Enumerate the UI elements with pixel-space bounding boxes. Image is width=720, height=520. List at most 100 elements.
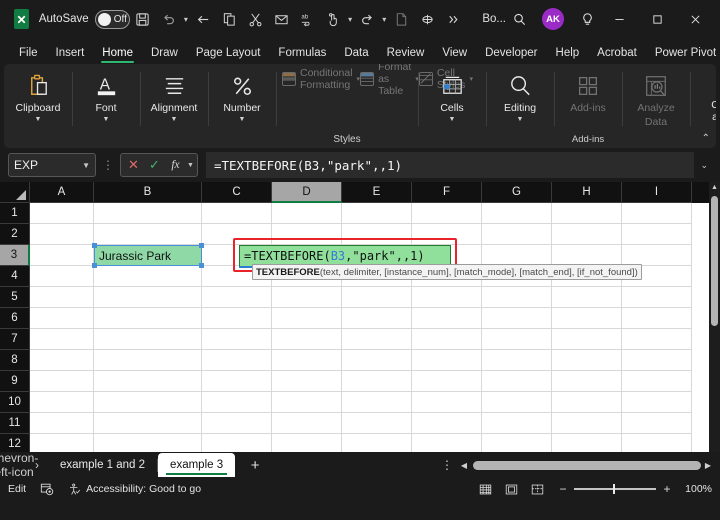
sheet-tab-example-1-and-2[interactable]: example 1 and 2: [48, 453, 157, 477]
touch-dropdown-caret-icon[interactable]: ▾: [346, 6, 354, 32]
cell-d7[interactable]: [272, 329, 342, 350]
horizontal-scrollbar[interactable]: ◀ ▶: [458, 460, 720, 470]
horizontal-scrollbar-thumb[interactable]: [473, 460, 701, 470]
cell-i6[interactable]: [622, 308, 692, 329]
cell-e10[interactable]: [342, 392, 412, 413]
cell-f11[interactable]: [412, 413, 482, 434]
cell-h3[interactable]: [552, 245, 622, 266]
number-group-button[interactable]: Number ▼: [208, 64, 276, 148]
row-header-11[interactable]: 11: [0, 413, 30, 434]
row-header-9[interactable]: 9: [0, 371, 30, 392]
row-header-12[interactable]: 12: [0, 434, 30, 452]
column-header-f[interactable]: F: [412, 182, 482, 203]
vertical-scrollbar-thumb[interactable]: [711, 196, 718, 326]
cell-b2[interactable]: [94, 224, 202, 245]
selection-handle-bl[interactable]: [92, 263, 97, 268]
cell-b7[interactable]: [94, 329, 202, 350]
row-header-1[interactable]: 1: [0, 203, 30, 224]
cell-d11[interactable]: [272, 413, 342, 434]
cell-e12[interactable]: [342, 434, 412, 452]
tab-help[interactable]: Help: [547, 45, 589, 64]
cell-g11[interactable]: [482, 413, 552, 434]
cell-a7[interactable]: [30, 329, 94, 350]
row-header-10[interactable]: 10: [0, 392, 30, 413]
cell-d6[interactable]: [272, 308, 342, 329]
cell-e8[interactable]: [342, 350, 412, 371]
cell-g7[interactable]: [482, 329, 552, 350]
cell-f9[interactable]: [412, 371, 482, 392]
cell-d12[interactable]: [272, 434, 342, 452]
cell-a2[interactable]: [30, 224, 94, 245]
cell-e9[interactable]: [342, 371, 412, 392]
spelling-icon[interactable]: ab: [294, 6, 320, 32]
zoom-slider[interactable]: [574, 484, 656, 494]
row-header-5[interactable]: 5: [0, 287, 30, 308]
cell-h11[interactable]: [552, 413, 622, 434]
formula-input[interactable]: =TEXTBEFORE(B3,"park",,1): [205, 152, 695, 178]
column-header-e[interactable]: E: [342, 182, 412, 203]
cell-i11[interactable]: [622, 413, 692, 434]
chevron-down-icon[interactable]: ▼: [82, 161, 90, 170]
horizontal-scrollbar-track[interactable]: [473, 460, 701, 470]
tab-formulas[interactable]: Formulas: [269, 45, 335, 64]
cell-g5[interactable]: [482, 287, 552, 308]
cell-c6[interactable]: [202, 308, 272, 329]
cell-a11[interactable]: [30, 413, 94, 434]
back-icon[interactable]: [190, 6, 216, 32]
cell-e7[interactable]: [342, 329, 412, 350]
cell-c12[interactable]: [202, 434, 272, 452]
cell-c10[interactable]: [202, 392, 272, 413]
cell-e2[interactable]: [342, 224, 412, 245]
cell-a12[interactable]: [30, 434, 94, 452]
cell-d8[interactable]: [272, 350, 342, 371]
accessibility-status[interactable]: Accessibility: Good to go: [68, 483, 201, 496]
chevron-down-icon[interactable]: ▼: [187, 162, 194, 169]
cell-g1[interactable]: [482, 203, 552, 224]
save-icon[interactable]: [130, 6, 156, 32]
sheet-tab-more-button[interactable]: ⋮: [436, 458, 458, 472]
cell-i8[interactable]: [622, 350, 692, 371]
maximize-button[interactable]: [638, 4, 676, 34]
enter-formula-button[interactable]: ✓: [145, 155, 164, 175]
tab-insert[interactable]: Insert: [47, 45, 94, 64]
zoom-slider-knob[interactable]: [613, 484, 615, 494]
tab-review[interactable]: Review: [378, 45, 434, 64]
vertical-scrollbar[interactable]: ▲: [709, 182, 720, 452]
cell-g8[interactable]: [482, 350, 552, 371]
row-header-7[interactable]: 7: [0, 329, 30, 350]
alignment-group-button[interactable]: Alignment ▼: [140, 64, 208, 148]
column-header-d[interactable]: D: [272, 182, 342, 203]
excel-logo[interactable]: [14, 9, 29, 29]
cell-c1[interactable]: [202, 203, 272, 224]
sheet-tab-example-3[interactable]: example 3: [158, 453, 236, 477]
cell-i1[interactable]: [622, 203, 692, 224]
chevron-up-icon[interactable]: ⌃: [702, 133, 710, 144]
cell-b12[interactable]: [94, 434, 202, 452]
add-sheet-button[interactable]: +: [235, 454, 275, 476]
cell-b9[interactable]: [94, 371, 202, 392]
cell-e11[interactable]: [342, 413, 412, 434]
row-header-8[interactable]: 8: [0, 350, 30, 371]
cell-f12[interactable]: [412, 434, 482, 452]
cell-g12[interactable]: [482, 434, 552, 452]
cell-f7[interactable]: [412, 329, 482, 350]
cell-f2[interactable]: [412, 224, 482, 245]
cell-a6[interactable]: [30, 308, 94, 329]
tab-view[interactable]: View: [433, 45, 476, 64]
cell-b10[interactable]: [94, 392, 202, 413]
cell-i3[interactable]: [622, 245, 692, 266]
cell-h8[interactable]: [552, 350, 622, 371]
cell-c8[interactable]: [202, 350, 272, 371]
cell-b4[interactable]: [94, 266, 202, 287]
cell-h6[interactable]: [552, 308, 622, 329]
page-break-preview-icon[interactable]: [524, 480, 550, 498]
cells-group-button[interactable]: Cells ▼: [418, 64, 486, 148]
tab-power-pivot[interactable]: Power Pivot: [646, 45, 720, 64]
row-header-3[interactable]: 3: [0, 245, 30, 266]
cell-i9[interactable]: [622, 371, 692, 392]
lightbulb-icon[interactable]: [574, 6, 600, 32]
cell-g6[interactable]: [482, 308, 552, 329]
scroll-left-icon[interactable]: ◀: [458, 461, 470, 470]
cell-b8[interactable]: [94, 350, 202, 371]
expand-formula-bar-icon[interactable]: ⌄: [694, 160, 714, 171]
